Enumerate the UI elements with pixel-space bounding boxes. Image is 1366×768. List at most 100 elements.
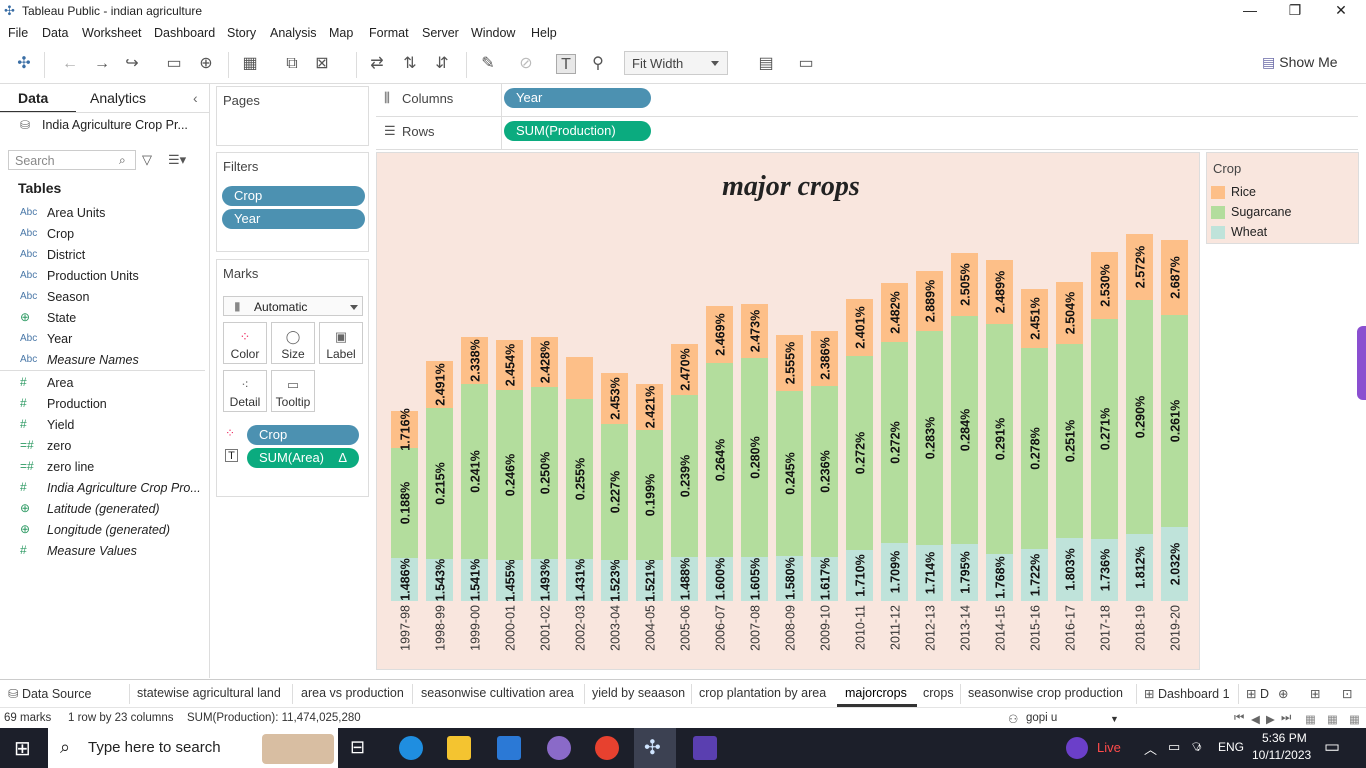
tab-d[interactable]: ⊞ D [1246, 686, 1270, 701]
rows-pill-sum-production[interactable]: SUM(Production) [504, 121, 651, 141]
tabs-view-icon[interactable]: ▦ [1349, 712, 1360, 726]
tab-data[interactable]: Data [18, 90, 48, 106]
filter-pill-crop[interactable]: Crop [222, 186, 365, 206]
menu-analysis[interactable]: Analysis [270, 26, 317, 40]
bar-rice-2002-03[interactable] [566, 357, 593, 399]
marks-pill-sum-area[interactable]: SUM(Area) Δ [247, 448, 359, 468]
prev-sheet-icon[interactable]: ◀ [1251, 712, 1260, 726]
tab-area-vs-production[interactable]: area vs production [301, 686, 404, 700]
show-labels-icon[interactable]: T [556, 54, 576, 74]
columns-pill-year[interactable]: Year [504, 88, 651, 108]
field-production[interactable]: # Production [20, 395, 205, 415]
clear-sheet-icon[interactable]: ⊠ [312, 54, 332, 74]
detail-button[interactable]: ⁖ Detail [223, 370, 267, 412]
tab-seasonwise-crop-production[interactable]: seasonwise crop production [968, 686, 1123, 700]
app-icon[interactable] [693, 736, 717, 760]
filter-icon[interactable]: ▽ [142, 152, 152, 168]
duplicate-sheet-icon[interactable]: ⧉ [282, 54, 302, 74]
pages-card[interactable]: Pages [216, 86, 369, 146]
redo-icon[interactable]: → [92, 54, 112, 74]
menu-server[interactable]: Server [422, 26, 459, 40]
windows-start-icon[interactable]: ⊞ [14, 736, 31, 761]
marks-pill-crop[interactable]: Crop [247, 425, 359, 445]
battery-icon[interactable]: ▭ [1168, 739, 1180, 755]
field-season[interactable]: Abc Season [20, 288, 205, 308]
field-measure-values[interactable]: # Measure Values [20, 542, 205, 562]
view-options-icon[interactable]: ☰▾ [168, 152, 186, 168]
tab-data-source[interactable]: ⛁ Data Source [8, 686, 91, 701]
tab-majorcrops[interactable]: majorcrops [845, 686, 907, 700]
field-yield[interactable]: # Yield [20, 416, 205, 436]
presentation-icon[interactable]: ▭ [796, 54, 816, 74]
show-me-button[interactable]: ▤ Show Me [1262, 54, 1338, 71]
columns-shelf[interactable]: ⫼ Columns Year [376, 84, 1358, 117]
tableau-taskbar-active[interactable]: ✣ [634, 728, 676, 768]
filter-pill-year[interactable]: Year [222, 209, 365, 229]
menu-dashboard[interactable]: Dashboard [154, 26, 215, 40]
menu-data[interactable]: Data [42, 26, 68, 40]
tooltip-button[interactable]: ▭ Tooltip [271, 370, 315, 412]
swap-icon[interactable]: ⇄ [367, 54, 387, 74]
field-crop[interactable]: Abc Crop [20, 225, 205, 245]
taskbar-search[interactable]: ⌕ Type here to search [48, 728, 338, 768]
tab-yield-by-seaason[interactable]: yield by seaason [592, 686, 685, 700]
replay-icon[interactable]: ↪ [122, 54, 142, 74]
field-zero[interactable]: =# zero [20, 437, 205, 457]
undo-icon[interactable]: ← [60, 54, 80, 74]
tab-analytics[interactable]: Analytics [90, 90, 146, 106]
restore-button[interactable]: ❐ [1283, 2, 1307, 19]
menu-window[interactable]: Window [471, 26, 515, 40]
sort-descending-icon[interactable]: ⇵ [432, 54, 452, 74]
collapse-pane-icon[interactable]: ‹ [193, 90, 198, 106]
menu-worksheet[interactable]: Worksheet [82, 26, 142, 40]
new-worksheet-icon[interactable]: ▦ [240, 54, 260, 74]
menu-file[interactable]: File [8, 26, 28, 40]
pin-icon[interactable]: ⚲ [588, 54, 608, 74]
language-indicator[interactable]: ENG [1218, 740, 1244, 754]
chrome-icon[interactable] [595, 736, 619, 760]
datasource-name[interactable]: India Agriculture Crop Pr... [42, 118, 188, 132]
tab-crops[interactable]: crops [923, 686, 954, 700]
tab-seasonwise-cultivation-area[interactable]: seasonwise cultivation area [421, 686, 574, 700]
show-cards-icon[interactable]: ▤ [756, 54, 776, 74]
field-state[interactable]: ⊕ State [20, 309, 205, 329]
sort-ascending-icon[interactable]: ⇅ [400, 54, 420, 74]
task-view-icon[interactable]: ⊟ [350, 737, 365, 758]
field-year[interactable]: Abc Year [20, 330, 205, 350]
new-dashboard-tab-icon[interactable]: ⊞ [1310, 686, 1320, 701]
tab-crop-plantation-by-area[interactable]: crop plantation by area [699, 686, 826, 700]
last-sheet-icon[interactable]: ⏭ [1281, 712, 1291, 725]
menu-story[interactable]: Story [227, 26, 256, 40]
clock-date[interactable]: 10/11/2023 [1252, 748, 1311, 762]
color-button[interactable]: ⁘ Color [223, 322, 267, 364]
side-panel-handle[interactable] [1357, 326, 1366, 400]
search-input[interactable]: Search ⌕ [8, 150, 136, 170]
highlight-icon[interactable]: ✎ [478, 54, 498, 74]
notification-icon[interactable]: ▭ [1324, 737, 1340, 757]
field-latitude-generated[interactable]: ⊕ Latitude (generated) [20, 500, 205, 520]
menu-help[interactable]: Help [531, 26, 557, 40]
group-icon[interactable]: ⊘ [516, 54, 536, 74]
label-button[interactable]: ▣ Label [319, 322, 363, 364]
file-explorer-icon[interactable] [447, 736, 471, 760]
new-worksheet-tab-icon[interactable]: ⊕ [1278, 686, 1288, 701]
new-datasource-icon[interactable]: ⊕ [196, 54, 216, 74]
tray-chevron-icon[interactable]: ︿ [1144, 739, 1157, 758]
close-button[interactable]: ✕ [1329, 2, 1353, 19]
paint-icon[interactable] [547, 736, 571, 760]
mail-icon[interactable] [497, 736, 521, 760]
grid-view-icon[interactable]: ▦ [1327, 712, 1338, 726]
save-icon[interactable]: ▭ [164, 54, 184, 74]
field-district[interactable]: Abc District [20, 246, 205, 266]
size-button[interactable]: ◯ Size [271, 322, 315, 364]
menu-format[interactable]: Format [369, 26, 409, 40]
edge-icon[interactable] [399, 736, 423, 760]
tab-statewise-agricultural-land[interactable]: statewise agricultural land [137, 686, 281, 700]
tableau-home-icon[interactable]: ✣ [14, 54, 34, 74]
field-zero-line[interactable]: =# zero line [20, 458, 205, 478]
fit-width-select[interactable]: Fit Width [624, 51, 728, 75]
first-sheet-icon[interactable]: ⏮ [1234, 712, 1244, 725]
field-longitude-generated[interactable]: ⊕ Longitude (generated) [20, 521, 205, 541]
clock-time[interactable]: 5:36 PM [1262, 731, 1307, 745]
film-strip-icon[interactable]: ▦ [1305, 712, 1316, 726]
